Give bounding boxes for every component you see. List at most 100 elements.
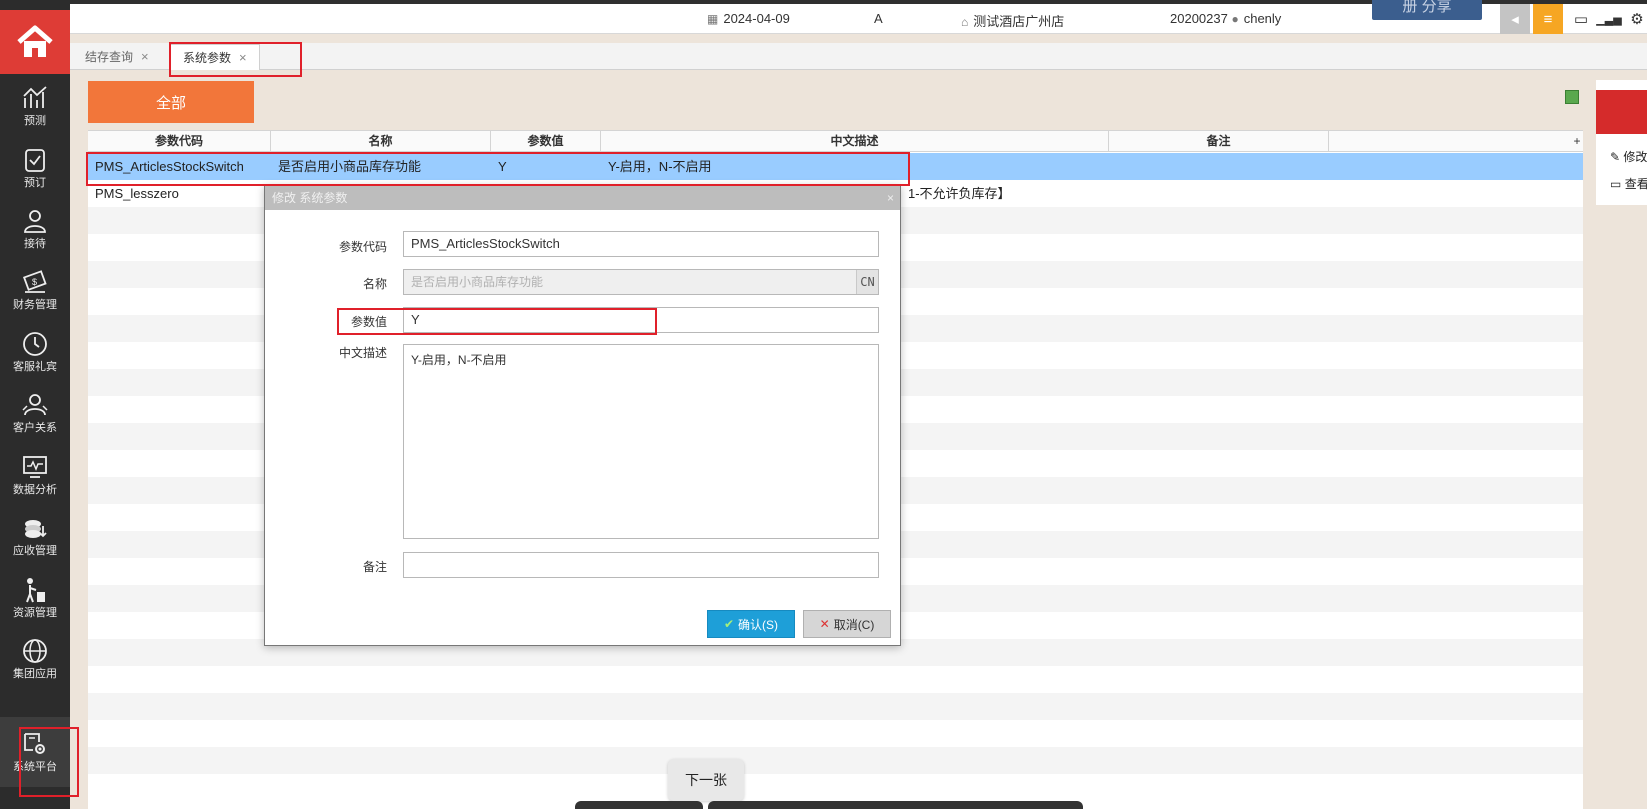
name-label: 名称 (362, 277, 387, 291)
view-label: 查看 (1624, 177, 1647, 191)
confirm-button[interactable]: ✔ 确认(S) (707, 610, 795, 638)
next-image-button[interactable]: 下一张 (668, 759, 744, 801)
top-bar: ▦ 2024-04-09 A ⌂ 测试酒店广州店 20200237 ● chenly … (70, 0, 1647, 34)
bottom-toolbar (708, 801, 1083, 809)
sidebar-item-resources[interactable]: 资源管理 (0, 566, 70, 630)
hotel-display[interactable]: ⌂ 测试酒店广州店 (961, 11, 1064, 30)
tab-label: 系统参数 (183, 51, 232, 65)
edit-icon: ✎ (1610, 150, 1621, 164)
sidebar-item-label: 预测 (24, 115, 46, 127)
cleaner-icon (26, 578, 45, 603)
code-label: 参数代码 (338, 240, 387, 254)
view-action[interactable]: ▭ 查看 (1610, 175, 1647, 192)
store-icon: ⌂ (961, 15, 969, 29)
tab-system-params[interactable]: 系统参数 × (170, 44, 260, 70)
sidebar: 预测 预订 接待 $ 财务管理 客服礼宾 客户关系 数据分析 应收管理 资源管理… (0, 0, 70, 809)
name-field: 是否启用小商品库存功能 CN (403, 269, 879, 295)
add-column-icon[interactable]: + (1571, 131, 1583, 152)
user-display[interactable]: 20200237 ● chenly (1170, 11, 1281, 26)
close-icon[interactable]: × (887, 186, 894, 210)
sidebar-item-label: 客服礼宾 (13, 361, 57, 373)
sidebar-item-finance[interactable]: $ 财务管理 (0, 258, 70, 322)
remark-field[interactable] (403, 552, 879, 578)
check-icon: ✔ (723, 617, 735, 631)
sidebar-item-label: 系统平台 (13, 761, 57, 773)
monitor-chart-icon (23, 456, 47, 478)
close-icon[interactable]: × (141, 49, 149, 64)
shift-display: A (874, 11, 883, 26)
right-action-panel: ✎ 修改 ▭ 查看 (1596, 80, 1647, 205)
sidebar-item-crm[interactable]: 客户关系 (0, 381, 70, 445)
sidebar-item-label: 预订 (24, 177, 46, 189)
sidebar-item-system[interactable]: 系统平台 (0, 717, 70, 787)
grid-header: 参数代码 名称 参数值 中文描述 备注 + (88, 130, 1583, 152)
sidebar-item-label: 财务管理 (13, 299, 57, 311)
remark-label: 备注 (362, 560, 387, 574)
cell-value: Y (498, 159, 507, 174)
cross-icon: ✕ (819, 617, 830, 631)
sidebar-item-label: 集团应用 (13, 668, 57, 680)
chart-icon (23, 86, 47, 108)
share-button[interactable]: 册 分享 (1372, 0, 1482, 20)
home-icon (17, 25, 53, 57)
sidebar-item-forecast[interactable]: 预测 (0, 74, 70, 138)
date-display: ▦ 2024-04-09 (707, 11, 790, 26)
value-field[interactable]: Y (403, 307, 879, 333)
language-tag[interactable]: CN (856, 270, 878, 294)
dialog-title[interactable]: 修改 系统参数 (265, 186, 900, 210)
back-icon[interactable]: ◂ (1500, 4, 1530, 34)
cell-name: 是否启用小商品库存功能 (278, 159, 422, 174)
cell-code: PMS_lesszero (95, 186, 179, 201)
empty-row (88, 666, 1583, 693)
money-icon: $ (22, 270, 47, 293)
hotel-text: 测试酒店广州店 (973, 14, 1065, 29)
sidebar-item-group[interactable]: 集团应用 (0, 627, 70, 691)
system-gear-icon (24, 733, 45, 754)
coins-icon (25, 520, 47, 538)
col-header-value[interactable]: 参数值 (491, 131, 601, 152)
empty-row (88, 774, 1583, 801)
export-excel-icon[interactable] (1565, 90, 1579, 104)
sidebar-item-reception[interactable]: 接待 (0, 197, 70, 261)
tab-stock-query[interactable]: 结存查询 × (73, 44, 161, 70)
bottom-toolbar (575, 801, 703, 809)
home-logo[interactable] (0, 10, 70, 74)
sidebar-item-booking[interactable]: 预订 (0, 136, 70, 200)
sidebar-item-receivables[interactable]: 应收管理 (0, 504, 70, 568)
user-id-text: 20200237 (1170, 11, 1228, 26)
col-header-code[interactable]: 参数代码 (88, 131, 271, 152)
settings-icon[interactable]: ⚙ (1622, 4, 1647, 34)
sidebar-item-concierge[interactable]: 客服礼宾 (0, 320, 70, 384)
col-header-name[interactable]: 名称 (271, 131, 491, 152)
user-icon: ● (1231, 12, 1239, 26)
desc-textarea[interactable]: Y-启用，N-不启用 (403, 344, 879, 539)
close-icon[interactable]: × (239, 50, 247, 65)
clock-icon (23, 332, 47, 356)
edit-action[interactable]: ✎ 修改 (1610, 148, 1647, 165)
message-icon[interactable]: ▭ (1566, 4, 1596, 34)
svg-text:$: $ (32, 277, 37, 287)
menu-icon[interactable]: ≡ (1533, 4, 1563, 34)
sidebar-item-label: 资源管理 (13, 607, 57, 619)
edit-param-dialog: 修改 系统参数 × 参数代码 PMS_ArticlesStockSwitch 名… (264, 185, 901, 646)
col-header-desc[interactable]: 中文描述 (601, 131, 1109, 152)
tab-label: 结存查询 (85, 50, 134, 64)
monitor-icon: ▭ (1610, 177, 1622, 191)
sidebar-item-label: 接待 (24, 238, 46, 250)
cancel-button[interactable]: ✕ 取消(C) (803, 610, 891, 638)
table-row[interactable]: PMS_ArticlesStockSwitch 是否启用小商品库存功能 Y Y-… (88, 153, 1583, 180)
sidebar-item-label: 客户关系 (13, 422, 57, 434)
sidebar-item-label: 数据分析 (13, 484, 57, 496)
globe-icon (23, 639, 47, 663)
clipboard-icon (25, 149, 45, 172)
code-field[interactable]: PMS_ArticlesStockSwitch (403, 231, 879, 257)
cell-code: PMS_ArticlesStockSwitch (95, 159, 244, 174)
value-label: 参数值 (350, 315, 387, 329)
date-text: 2024-04-09 (723, 11, 790, 26)
empty-row (88, 747, 1583, 774)
col-header-remark[interactable]: 备注 (1109, 131, 1329, 152)
all-filter-button[interactable]: 全部 (88, 81, 254, 123)
cell-desc: 1-不允许负库存】 (908, 186, 1011, 201)
calendar-icon: ▦ (707, 12, 719, 26)
sidebar-item-analytics[interactable]: 数据分析 (0, 443, 70, 507)
